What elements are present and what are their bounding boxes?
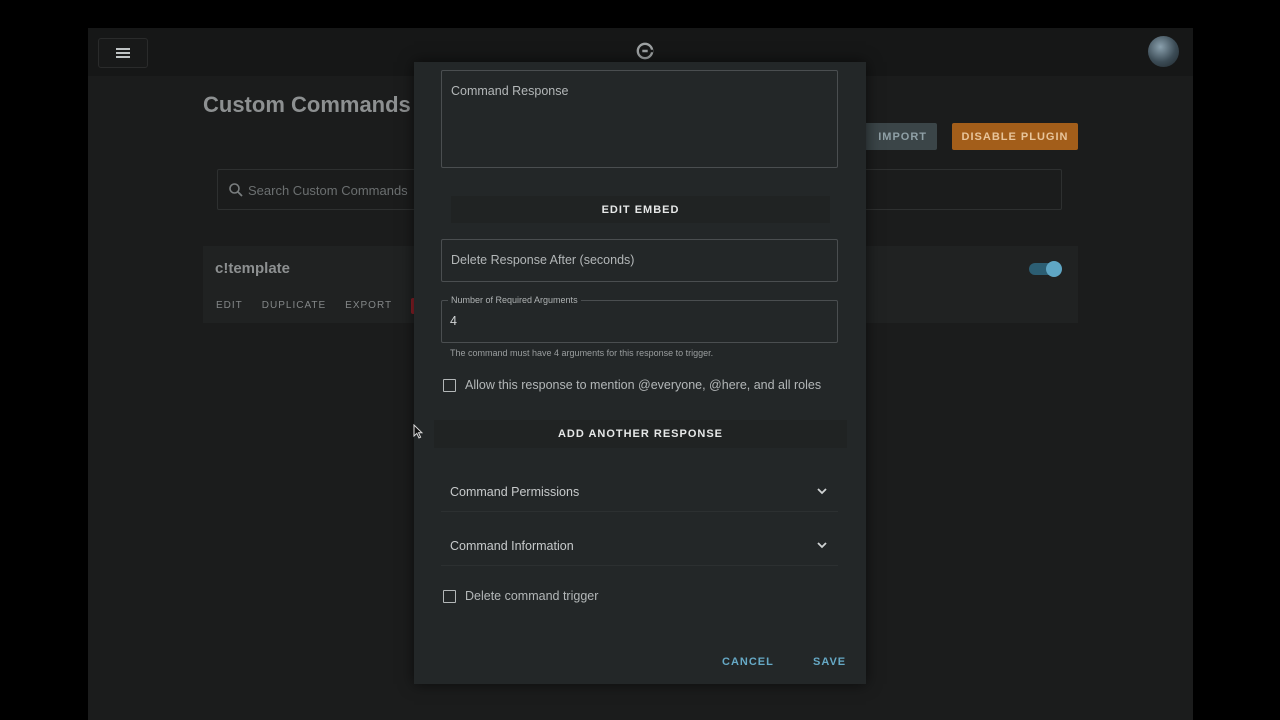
disable-plugin-button[interactable]: DISABLE PLUGIN [952, 123, 1078, 150]
allow-mentions-checkbox[interactable]: Allow this response to mention @everyone… [443, 378, 821, 392]
command-permissions-label: Command Permissions [450, 485, 580, 499]
hamburger-icon [116, 48, 130, 58]
command-enabled-toggle[interactable] [1029, 261, 1062, 277]
required-arguments-hint: The command must have 4 arguments for th… [450, 348, 714, 358]
required-arguments-input[interactable]: Number of Required Arguments 4 [441, 295, 838, 343]
search-icon [229, 183, 243, 197]
delete-trigger-label: Delete command trigger [465, 589, 599, 603]
allow-mentions-label: Allow this response to mention @everyone… [465, 378, 822, 392]
required-arguments-label: Number of Required Arguments [448, 295, 581, 305]
toggle-knob [1046, 261, 1062, 277]
duplicate-action[interactable]: DUPLICATE [262, 298, 326, 314]
chevron-down-icon [817, 488, 827, 495]
command-permissions-accordion[interactable]: Command Permissions [441, 471, 838, 512]
checkbox-box[interactable] [443, 589, 456, 603]
search-placeholder: Search Custom Commands [248, 183, 408, 198]
required-arguments-value: 4 [450, 314, 457, 328]
brand-logo-icon[interactable] [636, 42, 654, 60]
mouse-cursor-icon [413, 424, 423, 439]
menu-button[interactable] [98, 38, 148, 68]
command-response-label: Command Response [451, 84, 569, 98]
command-name: c!template [215, 260, 291, 277]
checkbox-box[interactable] [443, 378, 456, 392]
add-another-response-button[interactable]: ADD ANOTHER RESPONSE [434, 420, 847, 448]
edit-embed-button[interactable]: EDIT EMBED [451, 196, 830, 223]
command-information-label: Command Information [450, 539, 574, 553]
page-title: Custom Commands [203, 92, 411, 117]
delete-response-after-input[interactable]: Delete Response After (seconds) [441, 239, 838, 282]
user-avatar[interactable] [1148, 36, 1179, 67]
export-action[interactable]: EXPORT [345, 298, 392, 314]
save-button[interactable]: SAVE [813, 656, 846, 668]
delete-trigger-checkbox[interactable]: Delete command trigger [443, 589, 598, 603]
cancel-button[interactable]: CANCEL [722, 656, 774, 668]
chevron-down-icon [817, 542, 827, 549]
edit-command-modal: Command Response EDIT EMBED Delete Respo… [414, 62, 866, 684]
edit-action[interactable]: EDIT [216, 298, 243, 314]
command-actions: EDIT DUPLICATE EXPORT DE [216, 298, 440, 314]
command-information-accordion[interactable]: Command Information [441, 525, 838, 566]
command-response-textarea[interactable]: Command Response [441, 70, 838, 168]
delete-response-after-label: Delete Response After (seconds) [451, 253, 635, 267]
